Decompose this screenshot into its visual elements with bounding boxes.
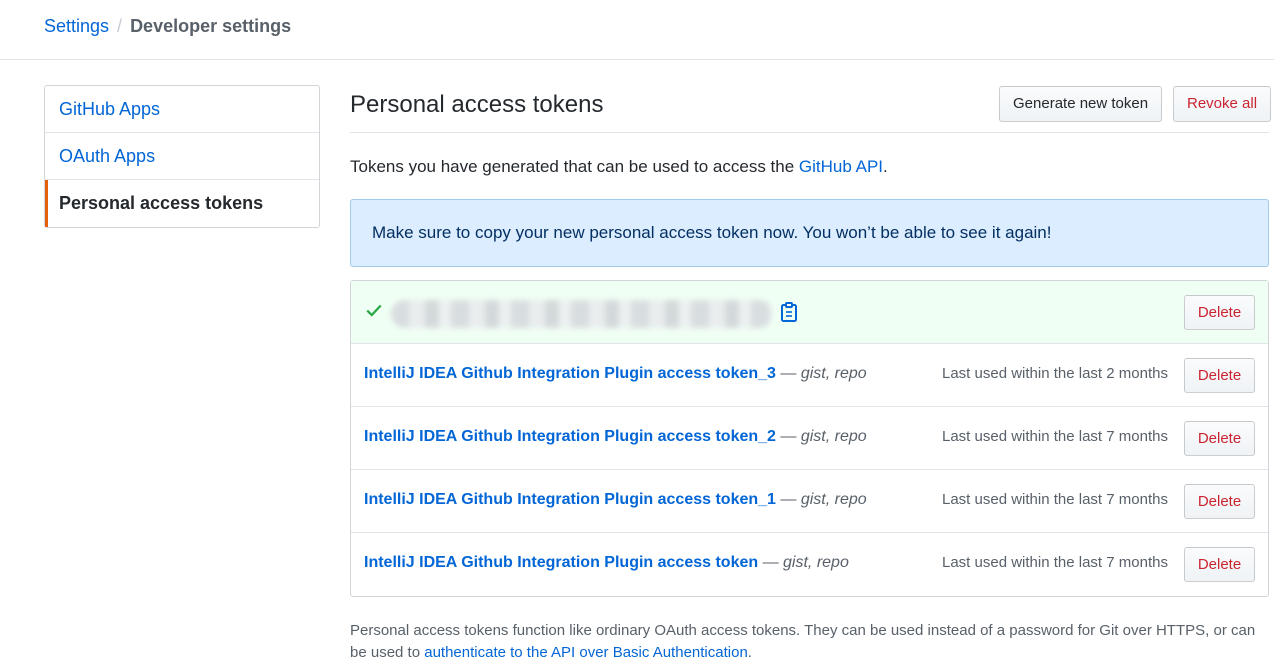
token-name-link[interactable]: IntelliJ IDEA Github Integration Plugin … (364, 491, 776, 508)
breadcrumb-current: Developer settings (130, 16, 292, 36)
breadcrumb-separator: / (117, 16, 123, 36)
basic-auth-link[interactable]: authenticate to the API over Basic Authe… (424, 644, 748, 657)
token-last-used: Last used within the last 7 months (942, 554, 1168, 571)
token-description: IntelliJ IDEA Github Integration Plugin … (364, 364, 867, 384)
token-name-link[interactable]: IntelliJ IDEA Github Integration Plugin … (364, 365, 776, 382)
token-dash: — (775, 365, 801, 382)
token-last-used: Last used within the last 7 months (942, 491, 1168, 508)
intro-text: Tokens you have generated that can be us… (350, 156, 888, 178)
subhead: Personal access tokens Generate new toke… (350, 85, 1272, 133)
token-dash: — (775, 428, 801, 445)
page-title: Personal access tokens (350, 91, 604, 118)
intro-text-end: . (883, 157, 888, 176)
new-token-row: Delete (351, 281, 1268, 344)
breadcrumb-settings-link[interactable]: Settings (44, 16, 109, 36)
intro-text-body: Tokens you have generated that can be us… (350, 157, 799, 176)
sidebar-item-oauth-apps[interactable]: OAuth Apps (45, 133, 319, 180)
breadcrumb: Settings / Developer settings (44, 15, 291, 37)
footnote-end: . (747, 644, 752, 657)
token-scopes: gist, repo (800, 428, 867, 445)
delete-token-button[interactable]: Delete (1184, 358, 1255, 393)
delete-token-button[interactable]: Delete (1184, 421, 1255, 456)
generate-new-token-button[interactable]: Generate new token (999, 86, 1163, 122)
token-description: IntelliJ IDEA Github Integration Plugin … (364, 427, 867, 447)
token-description: IntelliJ IDEA Github Integration Plugin … (364, 553, 849, 573)
token-name-link[interactable]: IntelliJ IDEA Github Integration Plugin … (364, 554, 758, 571)
token-last-used: Last used within the last 2 months (942, 365, 1168, 382)
delete-new-token-button[interactable]: Delete (1184, 295, 1255, 330)
token-scopes: gist, repo (800, 365, 867, 382)
delete-token-button[interactable]: Delete (1184, 484, 1255, 519)
token-scopes: gist, repo (783, 554, 849, 571)
check-icon (366, 304, 382, 317)
revoke-all-button[interactable]: Revoke all (1173, 86, 1272, 122)
copy-token-flash: Make sure to copy your new personal acce… (350, 199, 1269, 267)
token-name-link[interactable]: IntelliJ IDEA Github Integration Plugin … (364, 428, 776, 445)
token-row: IntelliJ IDEA Github Integration Plugin … (351, 470, 1268, 533)
github-api-link[interactable]: GitHub API (799, 157, 883, 176)
blurred-token-value (391, 300, 773, 328)
token-row: IntelliJ IDEA Github Integration Plugin … (351, 533, 1268, 596)
token-dash: — (775, 491, 801, 508)
token-dash: — (758, 554, 784, 571)
token-description: IntelliJ IDEA Github Integration Plugin … (364, 490, 867, 510)
footnote-text: Personal access tokens function like ord… (350, 620, 1269, 657)
sidebar-item-personal-access-tokens[interactable]: Personal access tokens (45, 180, 319, 227)
token-last-used: Last used within the last 7 months (942, 428, 1168, 445)
token-row: IntelliJ IDEA Github Integration Plugin … (351, 407, 1268, 470)
sidebar-item-github-apps[interactable]: GitHub Apps (45, 86, 319, 133)
top-bar: Settings / Developer settings (0, 0, 1274, 60)
token-row: IntelliJ IDEA Github Integration Plugin … (351, 344, 1268, 407)
token-list: Delete IntelliJ IDEA Github Integration … (350, 280, 1269, 597)
delete-token-button[interactable]: Delete (1184, 547, 1255, 582)
token-scopes: gist, repo (800, 491, 867, 508)
sidebar-menu: GitHub Apps OAuth Apps Personal access t… (44, 85, 320, 228)
clippy-icon[interactable] (780, 302, 798, 322)
